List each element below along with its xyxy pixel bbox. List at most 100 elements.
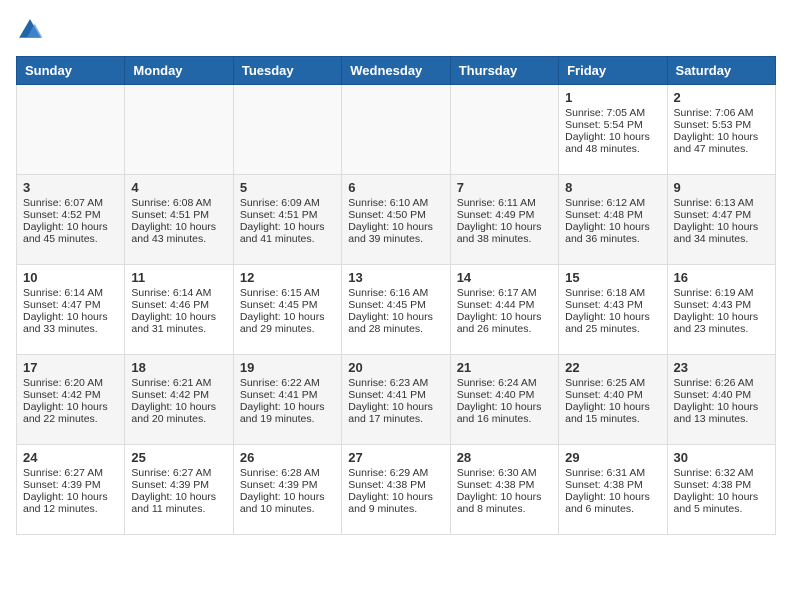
day-number: 19 xyxy=(240,360,335,375)
day-info: Daylight: 10 hours and 10 minutes. xyxy=(240,491,335,515)
day-info: Sunrise: 6:25 AM xyxy=(565,377,660,389)
day-number: 1 xyxy=(565,90,660,105)
calendar-cell: 11Sunrise: 6:14 AMSunset: 4:46 PMDayligh… xyxy=(125,265,233,355)
day-info: Sunrise: 7:05 AM xyxy=(565,107,660,119)
day-info: Sunset: 4:45 PM xyxy=(348,299,443,311)
day-number: 24 xyxy=(23,450,118,465)
calendar-cell xyxy=(233,85,341,175)
day-info: Sunset: 4:50 PM xyxy=(348,209,443,221)
day-info: Sunrise: 6:16 AM xyxy=(348,287,443,299)
day-number: 3 xyxy=(23,180,118,195)
day-info: Sunset: 4:38 PM xyxy=(348,479,443,491)
day-info: Sunrise: 6:17 AM xyxy=(457,287,552,299)
day-info: Daylight: 10 hours and 45 minutes. xyxy=(23,221,118,245)
day-info: Daylight: 10 hours and 29 minutes. xyxy=(240,311,335,335)
day-info: Sunrise: 6:13 AM xyxy=(674,197,769,209)
calendar-cell: 21Sunrise: 6:24 AMSunset: 4:40 PMDayligh… xyxy=(450,355,558,445)
day-number: 25 xyxy=(131,450,226,465)
day-info: Daylight: 10 hours and 26 minutes. xyxy=(457,311,552,335)
calendar-cell: 23Sunrise: 6:26 AMSunset: 4:40 PMDayligh… xyxy=(667,355,775,445)
weekday-header-tuesday: Tuesday xyxy=(233,57,341,85)
day-info: Daylight: 10 hours and 36 minutes. xyxy=(565,221,660,245)
day-info: Sunset: 4:39 PM xyxy=(23,479,118,491)
day-number: 28 xyxy=(457,450,552,465)
day-info: Daylight: 10 hours and 5 minutes. xyxy=(674,491,769,515)
day-number: 15 xyxy=(565,270,660,285)
calendar-cell: 3Sunrise: 6:07 AMSunset: 4:52 PMDaylight… xyxy=(17,175,125,265)
day-info: Daylight: 10 hours and 43 minutes. xyxy=(131,221,226,245)
calendar-cell: 1Sunrise: 7:05 AMSunset: 5:54 PMDaylight… xyxy=(559,85,667,175)
calendar-cell: 10 Sunrise: 6:14 AMSunset: 4:47 PMDayligh… xyxy=(17,265,125,355)
calendar-cell: 24 Sunrise: 6:27 AMSunset: 4:39 PMDayligh… xyxy=(17,445,125,535)
day-info: Sunrise: 6:09 AM xyxy=(240,197,335,209)
calendar-cell: 30Sunrise: 6:32 AMSunset: 4:38 PMDayligh… xyxy=(667,445,775,535)
day-info: Sunset: 4:48 PM xyxy=(565,209,660,221)
day-info: Sunset: 4:43 PM xyxy=(674,299,769,311)
weekday-header-monday: Monday xyxy=(125,57,233,85)
day-info: Daylight: 10 hours and 31 minutes. xyxy=(131,311,226,335)
day-number: 30 xyxy=(674,450,769,465)
day-info: Sunrise: 6:14 AM xyxy=(23,287,118,299)
day-info: Daylight: 10 hours and 6 minutes. xyxy=(565,491,660,515)
day-info: Sunset: 5:54 PM xyxy=(565,119,660,131)
day-info: Daylight: 10 hours and 16 minutes. xyxy=(457,401,552,425)
day-number: 22 xyxy=(565,360,660,375)
day-info: Daylight: 10 hours and 22 minutes. xyxy=(23,401,118,425)
calendar-cell: 4Sunrise: 6:08 AMSunset: 4:51 PMDaylight… xyxy=(125,175,233,265)
day-info: Sunrise: 6:15 AM xyxy=(240,287,335,299)
day-info: Daylight: 10 hours and 17 minutes. xyxy=(348,401,443,425)
calendar-cell: 14Sunrise: 6:17 AMSunset: 4:44 PMDayligh… xyxy=(450,265,558,355)
calendar-cell: 18Sunrise: 6:21 AMSunset: 4:42 PMDayligh… xyxy=(125,355,233,445)
day-info: Daylight: 10 hours and 15 minutes. xyxy=(565,401,660,425)
day-info: Sunset: 4:39 PM xyxy=(240,479,335,491)
day-info: Sunset: 4:47 PM xyxy=(23,299,118,311)
day-info: Sunrise: 6:24 AM xyxy=(457,377,552,389)
day-number: 6 xyxy=(348,180,443,195)
day-info: Sunset: 4:39 PM xyxy=(131,479,226,491)
day-info: Daylight: 10 hours and 23 minutes. xyxy=(674,311,769,335)
day-info: Sunrise: 6:07 AM xyxy=(23,197,118,209)
day-info: Sunrise: 6:23 AM xyxy=(348,377,443,389)
day-number: 12 xyxy=(240,270,335,285)
calendar-week-row: 1Sunrise: 7:05 AMSunset: 5:54 PMDaylight… xyxy=(17,85,776,175)
day-info: Daylight: 10 hours and 19 minutes. xyxy=(240,401,335,425)
day-info: Daylight: 10 hours and 12 minutes. xyxy=(23,491,118,515)
day-info: Sunrise: 7:06 AM xyxy=(674,107,769,119)
day-number: 17 xyxy=(23,360,118,375)
calendar-cell: 7Sunrise: 6:11 AMSunset: 4:49 PMDaylight… xyxy=(450,175,558,265)
day-info: Daylight: 10 hours and 9 minutes. xyxy=(348,491,443,515)
day-info: Daylight: 10 hours and 33 minutes. xyxy=(23,311,118,335)
day-info: Sunset: 4:43 PM xyxy=(565,299,660,311)
calendar-week-row: 10Sunrise: 6:14 AMSunset: 4:47 PMDayligh… xyxy=(17,265,776,355)
weekday-header-sunday: Sunday xyxy=(17,57,125,85)
calendar-cell xyxy=(17,85,125,175)
day-info: Sunset: 4:41 PM xyxy=(240,389,335,401)
calendar-cell xyxy=(125,85,233,175)
calendar-cell: 13Sunrise: 6:16 AMSunset: 4:45 PMDayligh… xyxy=(342,265,450,355)
day-info: Sunrise: 6:11 AM xyxy=(457,197,552,209)
calendar-cell: 9Sunrise: 6:13 AMSunset: 4:47 PMDaylight… xyxy=(667,175,775,265)
day-number: 16 xyxy=(674,270,769,285)
day-info: Sunrise: 6:10 AM xyxy=(348,197,443,209)
calendar-cell: 16Sunrise: 6:19 AMSunset: 4:43 PMDayligh… xyxy=(667,265,775,355)
day-info: Sunset: 4:42 PM xyxy=(23,389,118,401)
day-info: Sunrise: 6:29 AM xyxy=(348,467,443,479)
day-number: 5 xyxy=(240,180,335,195)
logo-icon xyxy=(16,16,44,44)
day-info: Sunset: 4:40 PM xyxy=(674,389,769,401)
day-number: 20 xyxy=(348,360,443,375)
calendar-cell: 28Sunrise: 6:30 AMSunset: 4:38 PMDayligh… xyxy=(450,445,558,535)
day-info: Sunrise: 6:27 AM xyxy=(131,467,226,479)
day-number: 10 xyxy=(23,270,118,285)
calendar-cell: 17Sunrise: 6:20 AMSunset: 4:42 PMDayligh… xyxy=(17,355,125,445)
day-info: Sunset: 5:53 PM xyxy=(674,119,769,131)
day-info: Sunrise: 6:14 AM xyxy=(131,287,226,299)
calendar-cell: 25 Sunrise: 6:27 AMSunset: 4:39 PMDayligh… xyxy=(125,445,233,535)
day-info: Daylight: 10 hours and 11 minutes. xyxy=(131,491,226,515)
calendar-week-row: 3Sunrise: 6:07 AMSunset: 4:52 PMDaylight… xyxy=(17,175,776,265)
day-number: 21 xyxy=(457,360,552,375)
day-info: Daylight: 10 hours and 39 minutes. xyxy=(348,221,443,245)
day-info: Sunset: 4:38 PM xyxy=(457,479,552,491)
day-info: Sunrise: 6:27 AM xyxy=(23,467,118,479)
day-number: 11 xyxy=(131,270,226,285)
